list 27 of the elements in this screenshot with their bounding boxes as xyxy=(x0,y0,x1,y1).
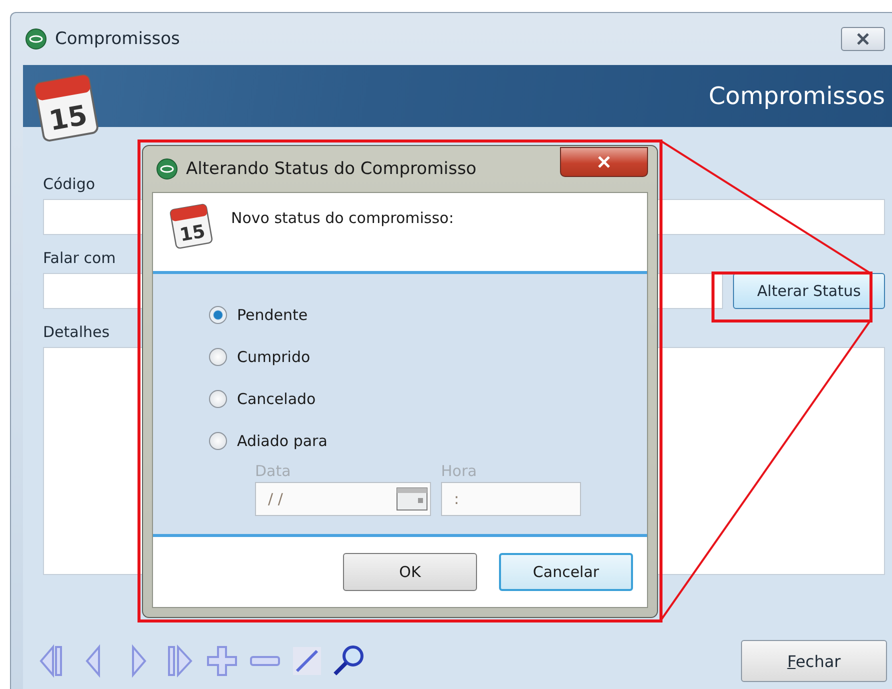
field-label: Falar com xyxy=(43,249,117,267)
radio-label: Cancelado xyxy=(237,390,316,408)
field-label: Detalhes xyxy=(43,323,111,341)
dialog-button[interactable]: Cancelar xyxy=(499,553,633,591)
close-icon xyxy=(856,33,870,45)
dialog-button[interactable]: OK xyxy=(343,553,477,591)
radio-button[interactable] xyxy=(209,432,227,450)
app-logo-icon xyxy=(25,28,47,50)
radio-button[interactable] xyxy=(209,348,227,366)
radio-button[interactable] xyxy=(209,390,227,408)
header-title: Compromissos xyxy=(708,82,885,110)
time-label: Hora xyxy=(441,462,478,480)
dialog-prompt: Novo status do compromisso: xyxy=(231,209,454,229)
window-title: Compromissos xyxy=(55,29,181,49)
radio-button[interactable] xyxy=(209,306,227,324)
close-button[interactable]: Fechar xyxy=(741,640,887,682)
radio-label: Pendente xyxy=(237,306,308,324)
date-label: Data xyxy=(255,462,292,480)
close-button[interactable] xyxy=(560,147,648,177)
app-logo-icon xyxy=(156,158,178,180)
field-label: Código xyxy=(43,175,96,193)
radio-label: Adiado para xyxy=(237,432,328,450)
dialog-title: Alterando Status do Compromisso xyxy=(186,159,478,179)
close-icon xyxy=(597,156,611,168)
radio-label: Cumprido xyxy=(237,348,310,366)
change-status-button[interactable]: Alterar Status xyxy=(733,273,885,309)
close-button[interactable] xyxy=(841,27,885,51)
